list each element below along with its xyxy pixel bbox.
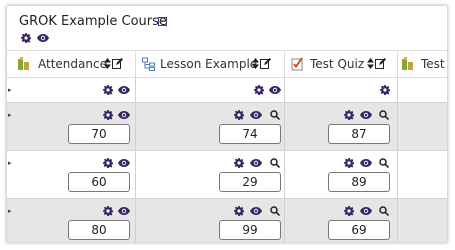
expand-arrow-icon[interactable]: ▸ <box>8 111 12 119</box>
gear-icon[interactable] <box>344 206 354 216</box>
eye-icon[interactable] <box>37 34 49 42</box>
gear-icon[interactable] <box>103 110 113 120</box>
column-label: Test <box>421 57 445 71</box>
column-header-test-quiz[interactable]: Test Quiz <box>285 51 395 77</box>
grade-input[interactable]: 74 <box>219 124 281 144</box>
grade-input[interactable]: 99 <box>219 220 281 240</box>
grade-input[interactable]: 89 <box>328 172 390 192</box>
lesson-icon <box>142 57 156 71</box>
column-header-attendance[interactable]: Attendance <box>7 51 139 77</box>
sort-icon[interactable] <box>104 58 111 69</box>
gear-icon[interactable] <box>234 110 244 120</box>
search-icon[interactable] <box>270 206 280 216</box>
grade-input[interactable]: 69 <box>328 220 390 240</box>
eye-icon[interactable] <box>118 207 130 215</box>
column-header-row: Attendance Lesson Example Test Quiz Test <box>7 51 447 78</box>
eye-icon[interactable] <box>360 207 372 215</box>
search-icon[interactable] <box>379 110 389 120</box>
column-header-test[interactable]: Test <box>398 51 447 77</box>
gear-icon[interactable] <box>234 206 244 216</box>
expand-arrow-icon[interactable]: ▸ <box>8 159 12 167</box>
column-controls-row: ▸ <box>7 78 447 103</box>
gear-icon[interactable] <box>380 85 390 95</box>
gear-icon[interactable] <box>344 158 354 168</box>
table-row: ▸ 60 29 89 <box>7 151 447 199</box>
eye-icon[interactable] <box>118 111 130 119</box>
gear-icon[interactable] <box>254 85 264 95</box>
gradebook-frame: GROK Example Course Attendance Lesson Ex… <box>7 6 447 242</box>
expand-arrow-icon[interactable]: ▸ <box>8 207 12 215</box>
eye-icon[interactable] <box>269 86 281 94</box>
edit-icon[interactable] <box>112 58 123 69</box>
search-icon[interactable] <box>379 158 389 168</box>
eye-icon[interactable] <box>250 159 262 167</box>
expand-arrow-icon[interactable]: ▸ <box>8 86 12 94</box>
table-row: ▸ 80 99 69 <box>7 199 447 242</box>
edit-icon[interactable] <box>375 58 386 69</box>
attendance-icon <box>401 57 415 71</box>
attendance-icon <box>17 57 31 71</box>
eye-icon[interactable] <box>250 111 262 119</box>
sort-icon[interactable] <box>367 58 374 69</box>
collapse-icon[interactable] <box>158 17 167 26</box>
grade-input[interactable]: 87 <box>328 124 390 144</box>
edit-icon[interactable] <box>260 58 271 69</box>
grade-input[interactable]: 60 <box>68 172 130 192</box>
eye-icon[interactable] <box>118 159 130 167</box>
column-label: Lesson Example <box>160 57 258 71</box>
quiz-icon <box>291 57 305 71</box>
gear-icon[interactable] <box>234 158 244 168</box>
sort-icon[interactable] <box>252 58 259 69</box>
eye-icon[interactable] <box>250 207 262 215</box>
table-row: ▸ 70 74 87 <box>7 103 447 151</box>
column-label: Test Quiz <box>310 57 365 71</box>
column-label: Attendance <box>38 57 107 71</box>
eye-icon[interactable] <box>360 111 372 119</box>
course-title: GROK Example Course <box>19 14 167 29</box>
grade-input[interactable]: 29 <box>219 172 281 192</box>
search-icon[interactable] <box>379 206 389 216</box>
search-icon[interactable] <box>270 110 280 120</box>
gear-icon[interactable] <box>344 110 354 120</box>
gear-icon[interactable] <box>103 158 113 168</box>
column-header-lesson-example[interactable]: Lesson Example <box>136 51 286 77</box>
grade-input[interactable]: 80 <box>68 220 130 240</box>
course-header: GROK Example Course <box>7 6 447 51</box>
grade-input[interactable]: 70 <box>68 124 130 144</box>
search-icon[interactable] <box>270 158 280 168</box>
gear-icon[interactable] <box>103 85 113 95</box>
eye-icon[interactable] <box>360 159 372 167</box>
gear-icon[interactable] <box>21 33 31 43</box>
gear-icon[interactable] <box>103 206 113 216</box>
eye-icon[interactable] <box>118 86 130 94</box>
